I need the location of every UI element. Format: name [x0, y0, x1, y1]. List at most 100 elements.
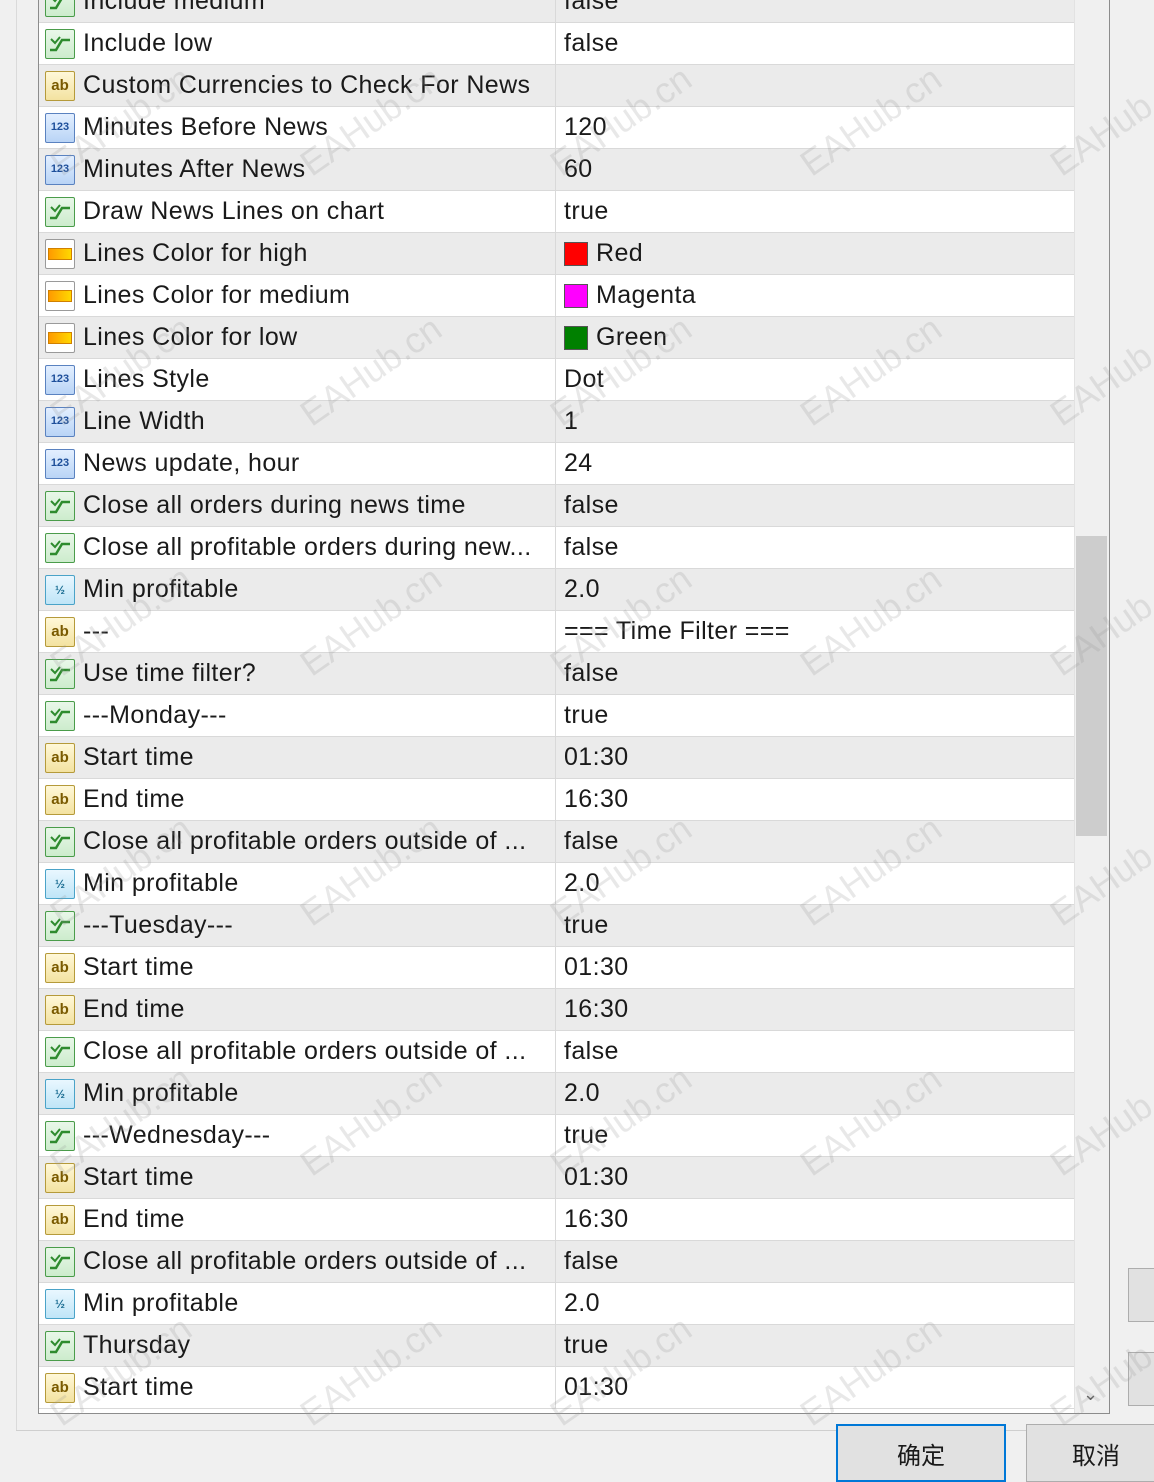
param-value[interactable]: false: [564, 533, 619, 562]
param-value-cell[interactable]: false: [556, 23, 1074, 64]
param-value-cell[interactable]: false: [556, 527, 1074, 568]
param-value-cell[interactable]: false: [556, 1031, 1074, 1072]
param-value-cell[interactable]: Magenta: [556, 275, 1074, 316]
param-value-cell[interactable]: Red: [556, 233, 1074, 274]
table-row[interactable]: ---Tuesday--- true: [39, 905, 1074, 947]
param-value[interactable]: Red: [596, 239, 643, 268]
table-row[interactable]: 123 Minutes After News 60: [39, 149, 1074, 191]
param-value[interactable]: false: [564, 29, 619, 58]
table-row[interactable]: Close all profitable orders outside of .…: [39, 1241, 1074, 1283]
param-value[interactable]: 01:30: [564, 743, 629, 772]
table-row[interactable]: ab Start time 01:30: [39, 1157, 1074, 1199]
table-row[interactable]: Thursday true: [39, 1325, 1074, 1367]
table-row[interactable]: ab Custom Currencies to Check For News: [39, 65, 1074, 107]
param-value[interactable]: true: [564, 701, 609, 730]
param-value[interactable]: 2.0: [564, 1079, 600, 1108]
param-value[interactable]: false: [564, 1247, 619, 1276]
param-value[interactable]: Dot: [564, 365, 604, 394]
param-value[interactable]: false: [564, 491, 619, 520]
table-row[interactable]: Lines Color for medium Magenta: [39, 275, 1074, 317]
param-value-cell[interactable]: false: [556, 653, 1074, 694]
param-value[interactable]: false: [564, 659, 619, 688]
param-value-cell[interactable]: 16:30: [556, 989, 1074, 1030]
param-value[interactable]: 16:30: [564, 785, 629, 814]
table-row[interactable]: ab Start time 01:30: [39, 947, 1074, 989]
table-row[interactable]: Close all orders during news time false: [39, 485, 1074, 527]
table-row[interactable]: Close all profitable orders outside of .…: [39, 1031, 1074, 1073]
param-value[interactable]: 24: [564, 449, 593, 478]
param-value-cell[interactable]: 01:30: [556, 947, 1074, 988]
param-value-cell[interactable]: 24: [556, 443, 1074, 484]
param-value-cell[interactable]: true: [556, 191, 1074, 232]
param-value[interactable]: 60: [564, 155, 593, 184]
param-value[interactable]: 120: [564, 113, 607, 142]
table-row[interactable]: Lines Color for low Green: [39, 317, 1074, 359]
table-row[interactable]: ½ Min profitable 2.0: [39, 1283, 1074, 1325]
param-value[interactable]: false: [564, 1037, 619, 1066]
param-value[interactable]: 01:30: [564, 953, 629, 982]
table-row[interactable]: Draw News Lines on chart true: [39, 191, 1074, 233]
table-row[interactable]: ---Monday--- true: [39, 695, 1074, 737]
param-value[interactable]: 1: [564, 407, 578, 436]
table-row[interactable]: Include medium false: [39, 0, 1074, 23]
param-value-cell[interactable]: 2.0: [556, 863, 1074, 904]
cancel-button[interactable]: 取消: [1026, 1424, 1154, 1482]
table-row[interactable]: 123 Lines Style Dot: [39, 359, 1074, 401]
param-value-cell[interactable]: 16:30: [556, 779, 1074, 820]
param-value-cell[interactable]: false: [556, 0, 1074, 22]
side-button-2[interactable]: [1128, 1352, 1154, 1406]
param-value-cell[interactable]: true: [556, 1115, 1074, 1156]
table-row[interactable]: ½ Min profitable 2.0: [39, 569, 1074, 611]
param-value[interactable]: 16:30: [564, 1205, 629, 1234]
param-value-cell[interactable]: Dot: [556, 359, 1074, 400]
param-value-cell[interactable]: 2.0: [556, 569, 1074, 610]
param-value-cell[interactable]: 120: [556, 107, 1074, 148]
param-value[interactable]: true: [564, 1331, 609, 1360]
scroll-down-arrow-icon[interactable]: ⌄: [1083, 1384, 1098, 1405]
param-value-cell[interactable]: true: [556, 905, 1074, 946]
table-row[interactable]: 123 Minutes Before News 120: [39, 107, 1074, 149]
param-value[interactable]: 2.0: [564, 1289, 600, 1318]
table-row[interactable]: Close all profitable orders during new..…: [39, 527, 1074, 569]
param-value[interactable]: 01:30: [564, 1373, 629, 1402]
table-row[interactable]: Include low false: [39, 23, 1074, 65]
table-row[interactable]: ab Start time 01:30: [39, 737, 1074, 779]
table-row[interactable]: 123 Line Width 1: [39, 401, 1074, 443]
vertical-scrollbar[interactable]: ⌄: [1074, 0, 1109, 1413]
param-value-cell[interactable]: false: [556, 821, 1074, 862]
table-row[interactable]: ab --- === Time Filter ===: [39, 611, 1074, 653]
param-value-cell[interactable]: Green: [556, 317, 1074, 358]
ok-button[interactable]: 确定: [836, 1424, 1006, 1482]
param-value-cell[interactable]: 01:30: [556, 1157, 1074, 1198]
param-value-cell[interactable]: 01:30: [556, 737, 1074, 778]
side-button-1[interactable]: [1128, 1268, 1154, 1322]
table-row[interactable]: Lines Color for high Red: [39, 233, 1074, 275]
param-value-cell[interactable]: 60: [556, 149, 1074, 190]
table-row[interactable]: ab End time 16:30: [39, 779, 1074, 821]
param-value[interactable]: Magenta: [596, 281, 696, 310]
param-value[interactable]: 2.0: [564, 575, 600, 604]
param-value[interactable]: false: [564, 827, 619, 856]
table-row[interactable]: ---Wednesday--- true: [39, 1115, 1074, 1157]
param-value-cell[interactable]: false: [556, 1241, 1074, 1282]
table-row[interactable]: Use time filter? false: [39, 653, 1074, 695]
table-row[interactable]: ½ Min profitable 2.0: [39, 863, 1074, 905]
param-value[interactable]: true: [564, 197, 609, 226]
scrollbar-thumb[interactable]: [1076, 536, 1107, 836]
param-value-cell[interactable]: 01:30: [556, 1367, 1074, 1408]
param-value[interactable]: 2.0: [564, 869, 600, 898]
param-value[interactable]: Green: [596, 323, 667, 352]
param-value-cell[interactable]: 2.0: [556, 1283, 1074, 1324]
table-row[interactable]: ab End time 16:30: [39, 1199, 1074, 1241]
param-value[interactable]: === Time Filter ===: [564, 617, 790, 646]
param-value[interactable]: 16:30: [564, 995, 629, 1024]
param-value[interactable]: true: [564, 1121, 609, 1150]
param-value[interactable]: 01:30: [564, 1163, 629, 1192]
param-value-cell[interactable]: true: [556, 1325, 1074, 1366]
param-value-cell[interactable]: 2.0: [556, 1073, 1074, 1114]
param-value[interactable]: true: [564, 911, 609, 940]
table-row[interactable]: Close all profitable orders outside of .…: [39, 821, 1074, 863]
param-value-cell[interactable]: false: [556, 485, 1074, 526]
table-row[interactable]: ½ Min profitable 2.0: [39, 1073, 1074, 1115]
param-value-cell[interactable]: 16:30: [556, 1199, 1074, 1240]
